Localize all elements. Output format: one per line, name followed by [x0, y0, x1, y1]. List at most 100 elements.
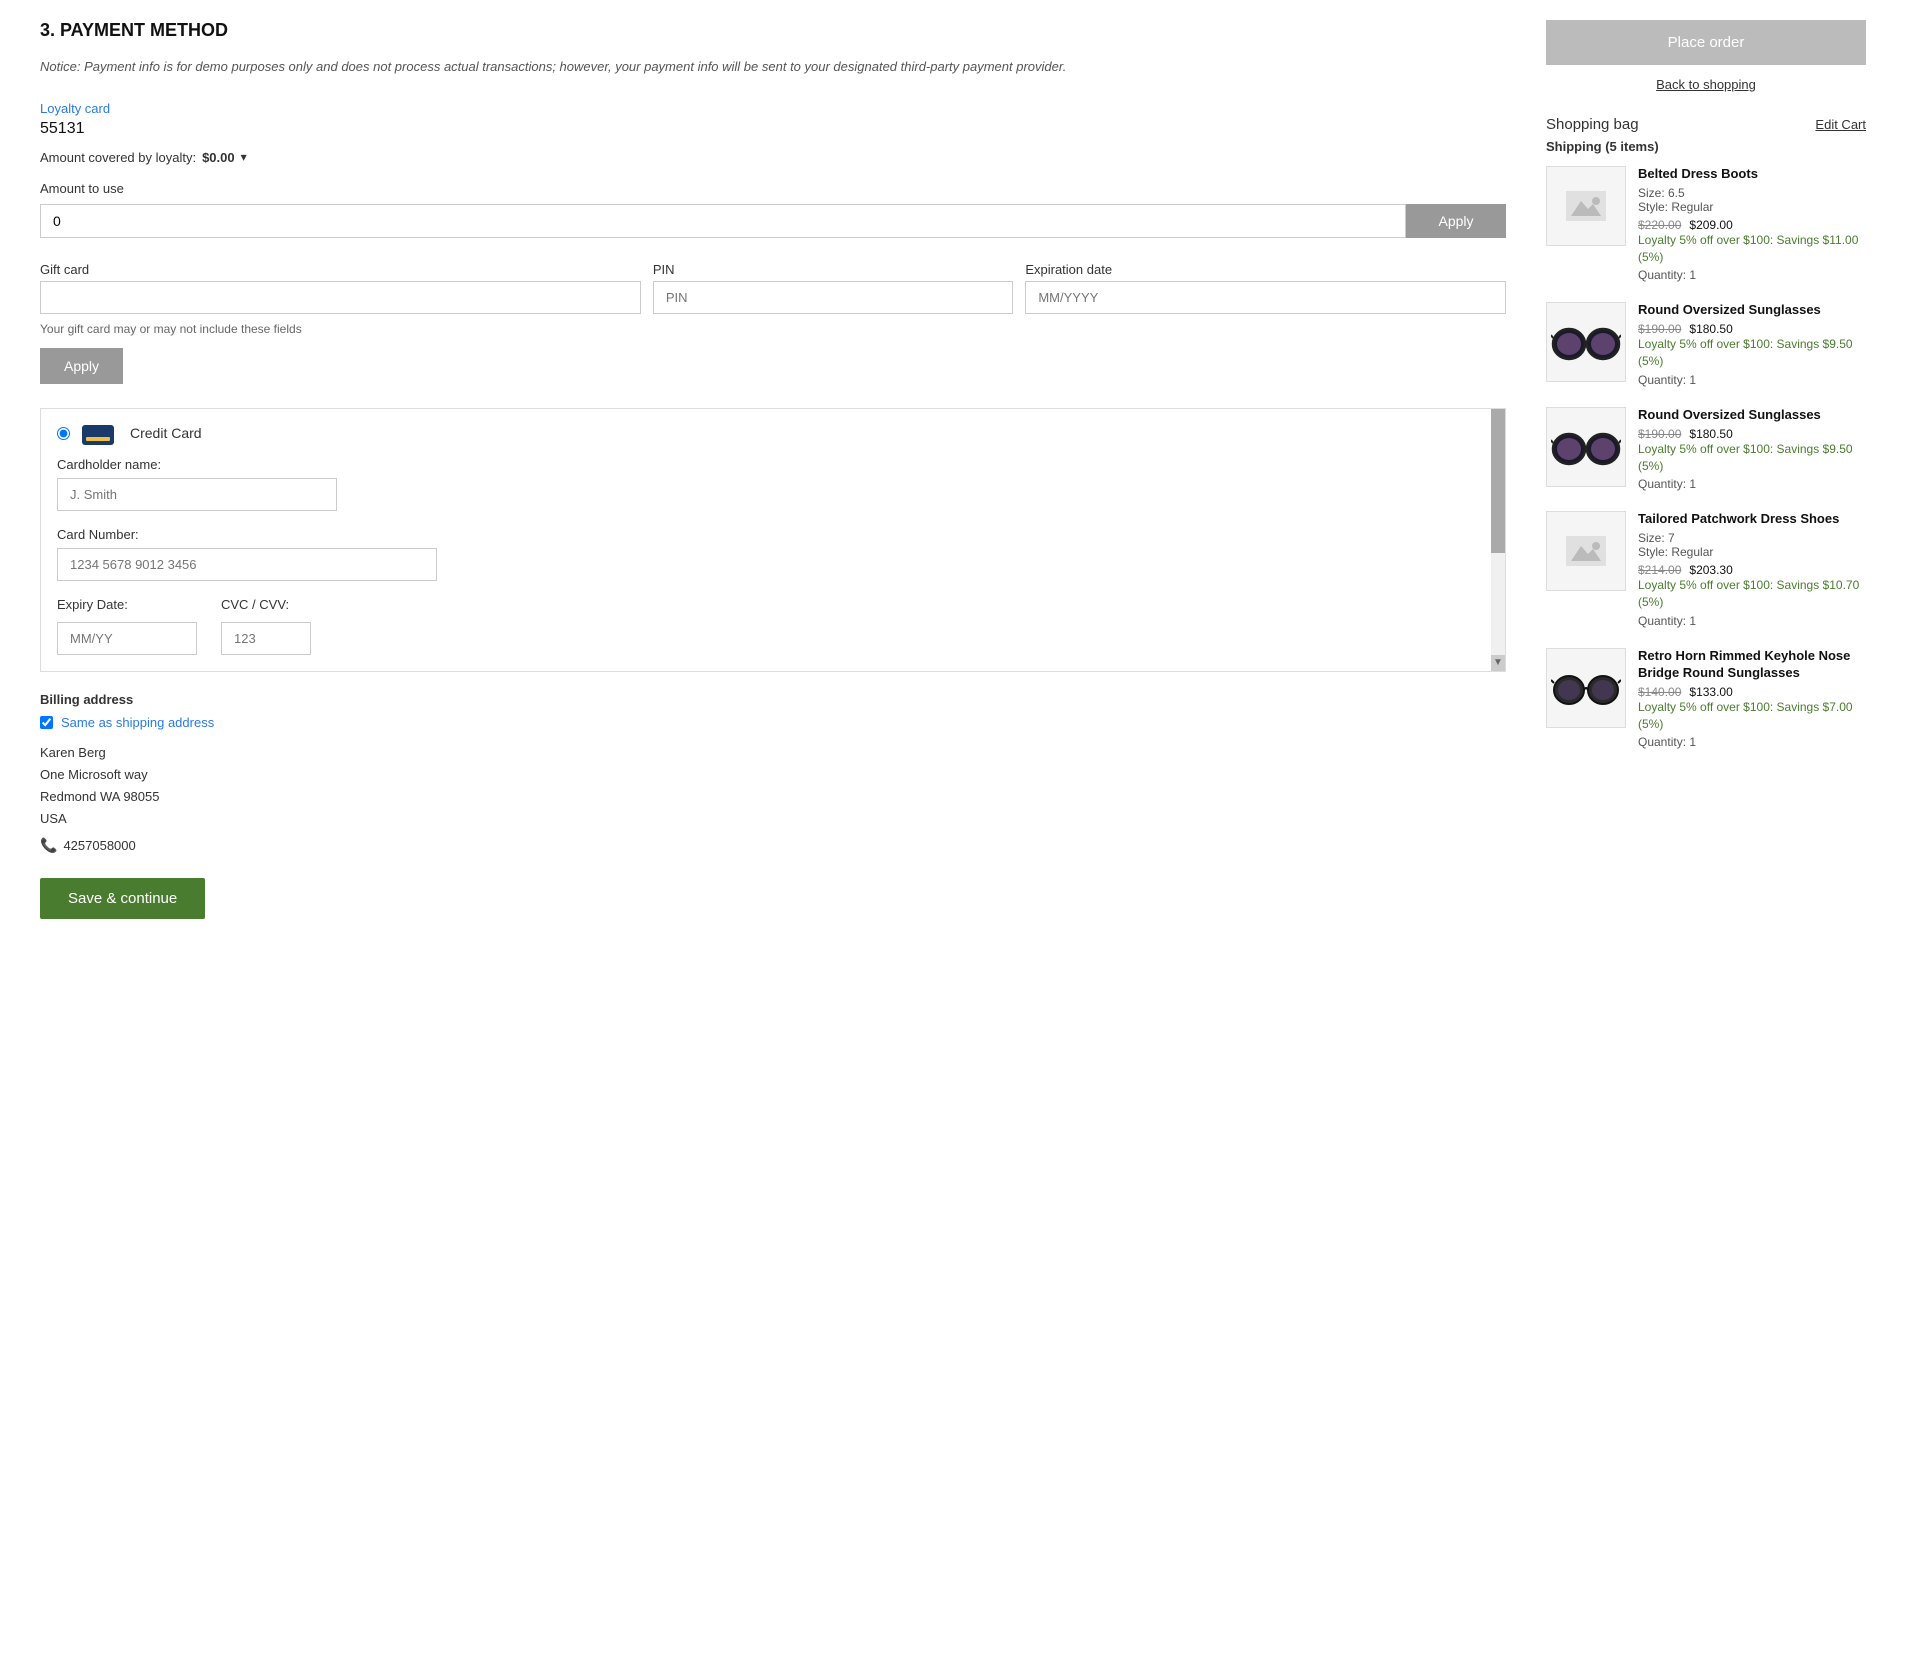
item-details: Round Oversized Sunglasses $190.00 $180.… — [1638, 302, 1866, 386]
billing-name: Karen Berg — [40, 742, 1506, 764]
item-qty: Quantity: 1 — [1638, 373, 1866, 387]
cardholder-label: Cardholder name: — [57, 457, 1485, 472]
billing-phone-row: 📞 4257058000 — [40, 834, 1506, 858]
same-as-shipping-label: Same as shipping address — [61, 715, 214, 730]
gift-card-label: Gift card — [40, 262, 641, 277]
cart-item: Tailored Patchwork Dress Shoes Size: 7 S… — [1546, 511, 1866, 627]
cvv-label: CVC / CVV: — [221, 597, 311, 612]
amount-use-row: Apply — [40, 204, 1506, 238]
price-sale: $180.50 — [1689, 427, 1732, 441]
place-order-button[interactable]: Place order — [1546, 20, 1866, 65]
item-name: Belted Dress Boots — [1638, 166, 1866, 183]
billing-address: Karen Berg One Microsoft way Redmond WA … — [40, 742, 1506, 858]
price-sale: $209.00 — [1689, 218, 1732, 232]
billing-section: Billing address Same as shipping address… — [40, 692, 1506, 858]
cvv-input[interactable] — [221, 622, 311, 655]
price-original: $140.00 — [1638, 685, 1681, 699]
cart-item: Belted Dress Boots Size: 6.5 Style: Regu… — [1546, 166, 1866, 282]
item-image — [1546, 648, 1626, 728]
card-number-label: Card Number: — [57, 527, 1485, 542]
item-qty: Quantity: 1 — [1638, 268, 1866, 282]
price-sale: $133.00 — [1689, 685, 1732, 699]
loyalty-savings: Loyalty 5% off over $100: Savings $10.70… — [1638, 577, 1866, 611]
item-image — [1546, 302, 1626, 382]
price-row: $140.00 $133.00 — [1638, 685, 1866, 699]
loyalty-section: Loyalty card 55131 Amount covered by loy… — [40, 101, 1506, 238]
gift-card-expiry-field: Expiration date — [1025, 262, 1506, 314]
billing-check-row: Same as shipping address — [40, 715, 1506, 730]
cardholder-field: Cardholder name: — [57, 457, 1485, 511]
pin-input[interactable] — [653, 281, 1014, 314]
item-qty: Quantity: 1 — [1638, 477, 1866, 491]
billing-country: USA — [40, 808, 1506, 830]
gift-card-number-field: Gift card — [40, 262, 641, 314]
expiry-input[interactable] — [1025, 281, 1506, 314]
loyalty-savings: Loyalty 5% off over $100: Savings $7.00 … — [1638, 699, 1866, 733]
gift-card-apply-button[interactable]: Apply — [40, 348, 123, 384]
price-row: $220.00 $209.00 — [1638, 218, 1866, 232]
amount-use-label: Amount to use — [40, 181, 1506, 196]
gift-card-pin-field: PIN — [653, 262, 1014, 314]
same-as-shipping-checkbox[interactable] — [40, 716, 53, 729]
payment-method-section: ▼ Credit Card Cardholder name: Car — [40, 408, 1506, 672]
amount-use-section: Amount to use Apply — [40, 181, 1506, 238]
edit-cart-link[interactable]: Edit Cart — [1815, 117, 1866, 132]
gift-card-section: Gift card PIN Expiration date Your gift … — [40, 262, 1506, 384]
loyalty-amount-row: Amount covered by loyalty: $0.00 ▾ — [40, 150, 1506, 165]
billing-phone: 4257058000 — [63, 835, 135, 857]
loyalty-apply-button[interactable]: Apply — [1406, 204, 1506, 238]
cart-item: Round Oversized Sunglasses $190.00 $180.… — [1546, 302, 1866, 386]
expiry-label: Expiration date — [1025, 262, 1506, 277]
chevron-down-icon[interactable]: ▾ — [241, 150, 247, 164]
item-name: Tailored Patchwork Dress Shoes — [1638, 511, 1866, 528]
expiry-date-label: Expiry Date: — [57, 597, 197, 612]
section-title: 3. PAYMENT METHOD — [40, 20, 1506, 41]
credit-card-label: Credit Card — [130, 425, 202, 441]
billing-address1: One Microsoft way — [40, 764, 1506, 786]
expiry-date-input[interactable] — [57, 622, 197, 655]
card-number-input[interactable] — [57, 548, 437, 581]
amount-covered-label: Amount covered by loyalty: — [40, 150, 196, 165]
item-style: Style: Regular — [1638, 545, 1866, 559]
shopping-bag-header: Shopping bag Edit Cart — [1546, 116, 1866, 133]
expiry-date-field: Expiry Date: — [57, 597, 197, 655]
item-details: Tailored Patchwork Dress Shoes Size: 7 S… — [1638, 511, 1866, 627]
card-number-field: Card Number: — [57, 527, 1485, 581]
price-sale: $203.30 — [1689, 563, 1732, 577]
item-style: Style: Regular — [1638, 200, 1866, 214]
item-image — [1546, 511, 1626, 591]
back-to-shopping-link[interactable]: Back to shopping — [1546, 77, 1866, 92]
right-column: Place order Back to shopping Shopping ba… — [1546, 20, 1866, 919]
item-image — [1546, 407, 1626, 487]
cardholder-input[interactable] — [57, 478, 337, 511]
gift-hint: Your gift card may or may not include th… — [40, 322, 1506, 336]
billing-title: Billing address — [40, 692, 1506, 707]
item-name: Round Oversized Sunglasses — [1638, 407, 1866, 424]
item-image — [1546, 166, 1626, 246]
credit-card-option: Credit Card — [57, 425, 1485, 445]
gift-card-input[interactable] — [40, 281, 641, 314]
price-row: $190.00 $180.50 — [1638, 322, 1866, 336]
item-size: Size: 7 — [1638, 531, 1866, 545]
credit-card-radio[interactable] — [57, 427, 70, 440]
item-qty: Quantity: 1 — [1638, 614, 1866, 628]
price-sale: $180.50 — [1689, 322, 1732, 336]
loyalty-savings: Loyalty 5% off over $100: Savings $11.00… — [1638, 232, 1866, 266]
amount-use-input[interactable] — [40, 204, 1406, 238]
billing-address2: Redmond WA 98055 — [40, 786, 1506, 808]
price-original: $220.00 — [1638, 218, 1681, 232]
shipping-label: Shipping (5 items) — [1546, 139, 1866, 154]
item-details: Belted Dress Boots Size: 6.5 Style: Regu… — [1638, 166, 1866, 282]
phone-icon: 📞 — [40, 834, 57, 858]
loyalty-savings: Loyalty 5% off over $100: Savings $9.50 … — [1638, 441, 1866, 475]
price-original: $190.00 — [1638, 322, 1681, 336]
loyalty-savings: Loyalty 5% off over $100: Savings $9.50 … — [1638, 336, 1866, 370]
notice-text: Notice: Payment info is for demo purpose… — [40, 57, 1506, 77]
item-details: Retro Horn Rimmed Keyhole Nose Bridge Ro… — [1638, 648, 1866, 749]
save-continue-button[interactable]: Save & continue — [40, 878, 205, 919]
pin-label: PIN — [653, 262, 1014, 277]
price-row: $190.00 $180.50 — [1638, 427, 1866, 441]
cvv-field: CVC / CVV: — [221, 597, 311, 655]
item-qty: Quantity: 1 — [1638, 735, 1866, 749]
card-form: Cardholder name: Card Number: Expiry Dat… — [57, 457, 1485, 655]
